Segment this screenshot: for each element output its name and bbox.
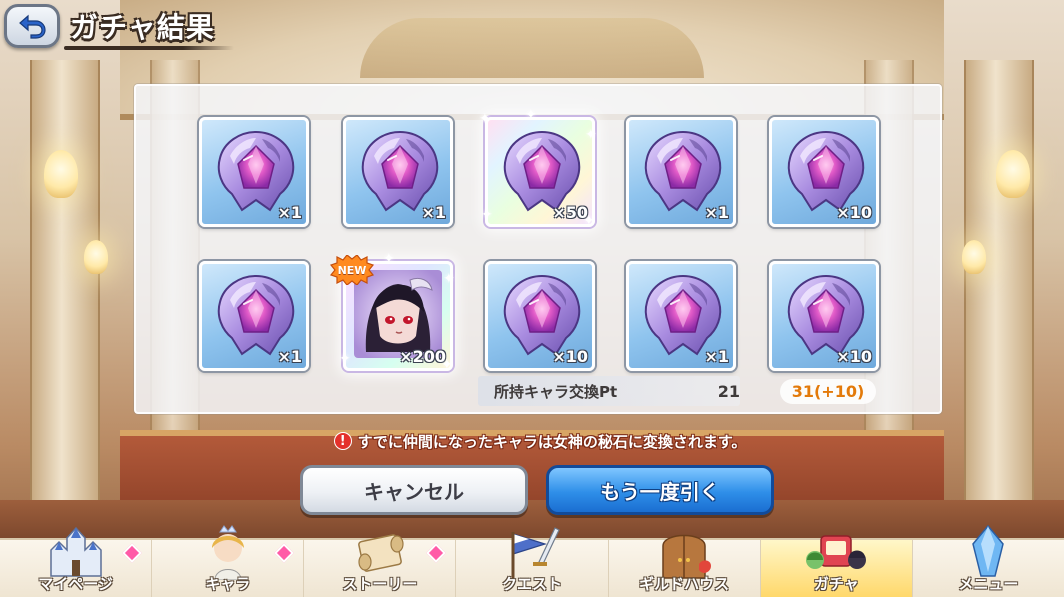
sparkle-icon: ✦	[443, 271, 455, 287]
crystal-icon	[955, 524, 1021, 580]
page-title-container: ガチャ結果	[64, 6, 233, 46]
conversion-notice: ! すでに仲間になったキャラは女神の秘石に変換されます。	[290, 429, 790, 453]
background-pillar	[964, 60, 1034, 530]
result-card-goddess-stone[interactable]: ×10	[769, 117, 879, 227]
wall-lamp-icon	[996, 150, 1030, 198]
sparkle-icon: ✦	[339, 351, 351, 367]
item-quantity: ×200	[399, 347, 446, 366]
item-quantity: ×10	[836, 203, 872, 222]
draw-again-button-label: もう一度引く	[600, 479, 720, 504]
exchange-points-after: 31(+10)	[780, 378, 876, 404]
notification-badge	[274, 543, 295, 563]
notification-badge	[426, 543, 447, 563]
nav-item-label: マイページ	[38, 575, 113, 593]
castle-icon	[43, 524, 109, 580]
nav-item-crystal[interactable]: メニュー	[913, 524, 1064, 597]
item-quantity: ×10	[552, 347, 588, 366]
sparkle-icon: ✦	[583, 213, 595, 229]
sparkle-icon: ✦	[481, 207, 493, 223]
sparkle-icon: ✦	[479, 111, 491, 127]
scroll-icon	[347, 524, 413, 580]
nav-item-castle[interactable]: マイページ	[0, 526, 153, 597]
result-card-goddess-stone[interactable]: ×1	[626, 261, 736, 371]
cancel-button-label: キャンセル	[364, 479, 464, 504]
sparkle-icon: ✦	[585, 127, 597, 143]
page-title: ガチャ結果	[70, 11, 215, 44]
background-crown	[360, 18, 704, 78]
sparkle-icon: ✦	[441, 357, 453, 373]
nav-item-label: ガチャ	[813, 575, 859, 593]
nav-item-label: ストーリー	[342, 575, 418, 593]
result-card-goddess-stone[interactable]: ×10	[769, 261, 879, 371]
back-button[interactable]	[4, 4, 60, 48]
new-badge: NEW	[329, 255, 375, 285]
nav-item-scroll[interactable]: ストーリー	[304, 534, 457, 597]
notification-badge	[122, 543, 143, 563]
item-quantity: ×1	[421, 203, 446, 222]
item-quantity: ×1	[704, 203, 729, 222]
nav-item-house-door[interactable]: ギルドハウス	[609, 534, 761, 597]
sparkle-icon: ✦	[525, 107, 537, 123]
exchange-points-row: 所持キャラ交換Pt 21 31(+10)	[478, 376, 878, 406]
new-badge-label: NEW	[337, 263, 367, 277]
wall-lamp-icon	[44, 150, 78, 198]
gacha-icon	[803, 524, 869, 580]
title-underline	[64, 46, 234, 50]
result-card-goddess-stone[interactable]: ×1	[343, 117, 453, 227]
sparkle-icon: ✦	[383, 251, 395, 267]
nav-item-sword-flag[interactable]: クエスト	[456, 527, 609, 597]
result-card-goddess-stone[interactable]: ×1	[199, 117, 309, 227]
wall-lamp-icon	[962, 240, 986, 274]
bottom-navigation: マイページ キャラ ストーリー クエスト ギルドハウス ガチャ メニュー	[0, 524, 1064, 597]
back-arrow-icon	[19, 14, 46, 39]
result-card-goddess-stone[interactable]: ×1	[199, 261, 309, 371]
result-card-goddess-stone[interactable]: ×10	[485, 261, 595, 371]
warning-icon: !	[333, 432, 352, 450]
item-quantity: ×1	[704, 347, 729, 366]
nav-item-label: メニュー	[958, 575, 1019, 593]
draw-again-button[interactable]: もう一度引く	[546, 465, 774, 515]
background-pillar	[30, 60, 100, 530]
item-quantity: ×10	[836, 347, 872, 366]
nav-item-character[interactable]: キャラ	[152, 525, 305, 597]
nav-item-label: キャラ	[205, 575, 251, 593]
exchange-points-before: 21	[717, 381, 740, 401]
cancel-button[interactable]: キャンセル	[300, 465, 528, 515]
character-icon	[195, 524, 261, 581]
result-card-goddess-stone[interactable]: ×50	[485, 117, 595, 227]
item-quantity: ×1	[277, 203, 302, 222]
item-quantity: ×1	[277, 347, 302, 366]
nav-item-label: ギルドハウス	[639, 575, 730, 593]
result-card-goddess-stone[interactable]: ×1	[626, 117, 736, 227]
notice-text: すでに仲間になったキャラは女神の秘石に変換されます。	[357, 432, 747, 451]
sword-flag-icon	[499, 524, 565, 580]
nav-item-label: クエスト	[501, 575, 562, 593]
house-door-icon	[651, 524, 717, 580]
wall-lamp-icon	[84, 240, 108, 274]
nav-item-gacha[interactable]: ガチャ	[760, 535, 913, 597]
exchange-points-label: 所持キャラ交換Pt	[494, 382, 618, 401]
